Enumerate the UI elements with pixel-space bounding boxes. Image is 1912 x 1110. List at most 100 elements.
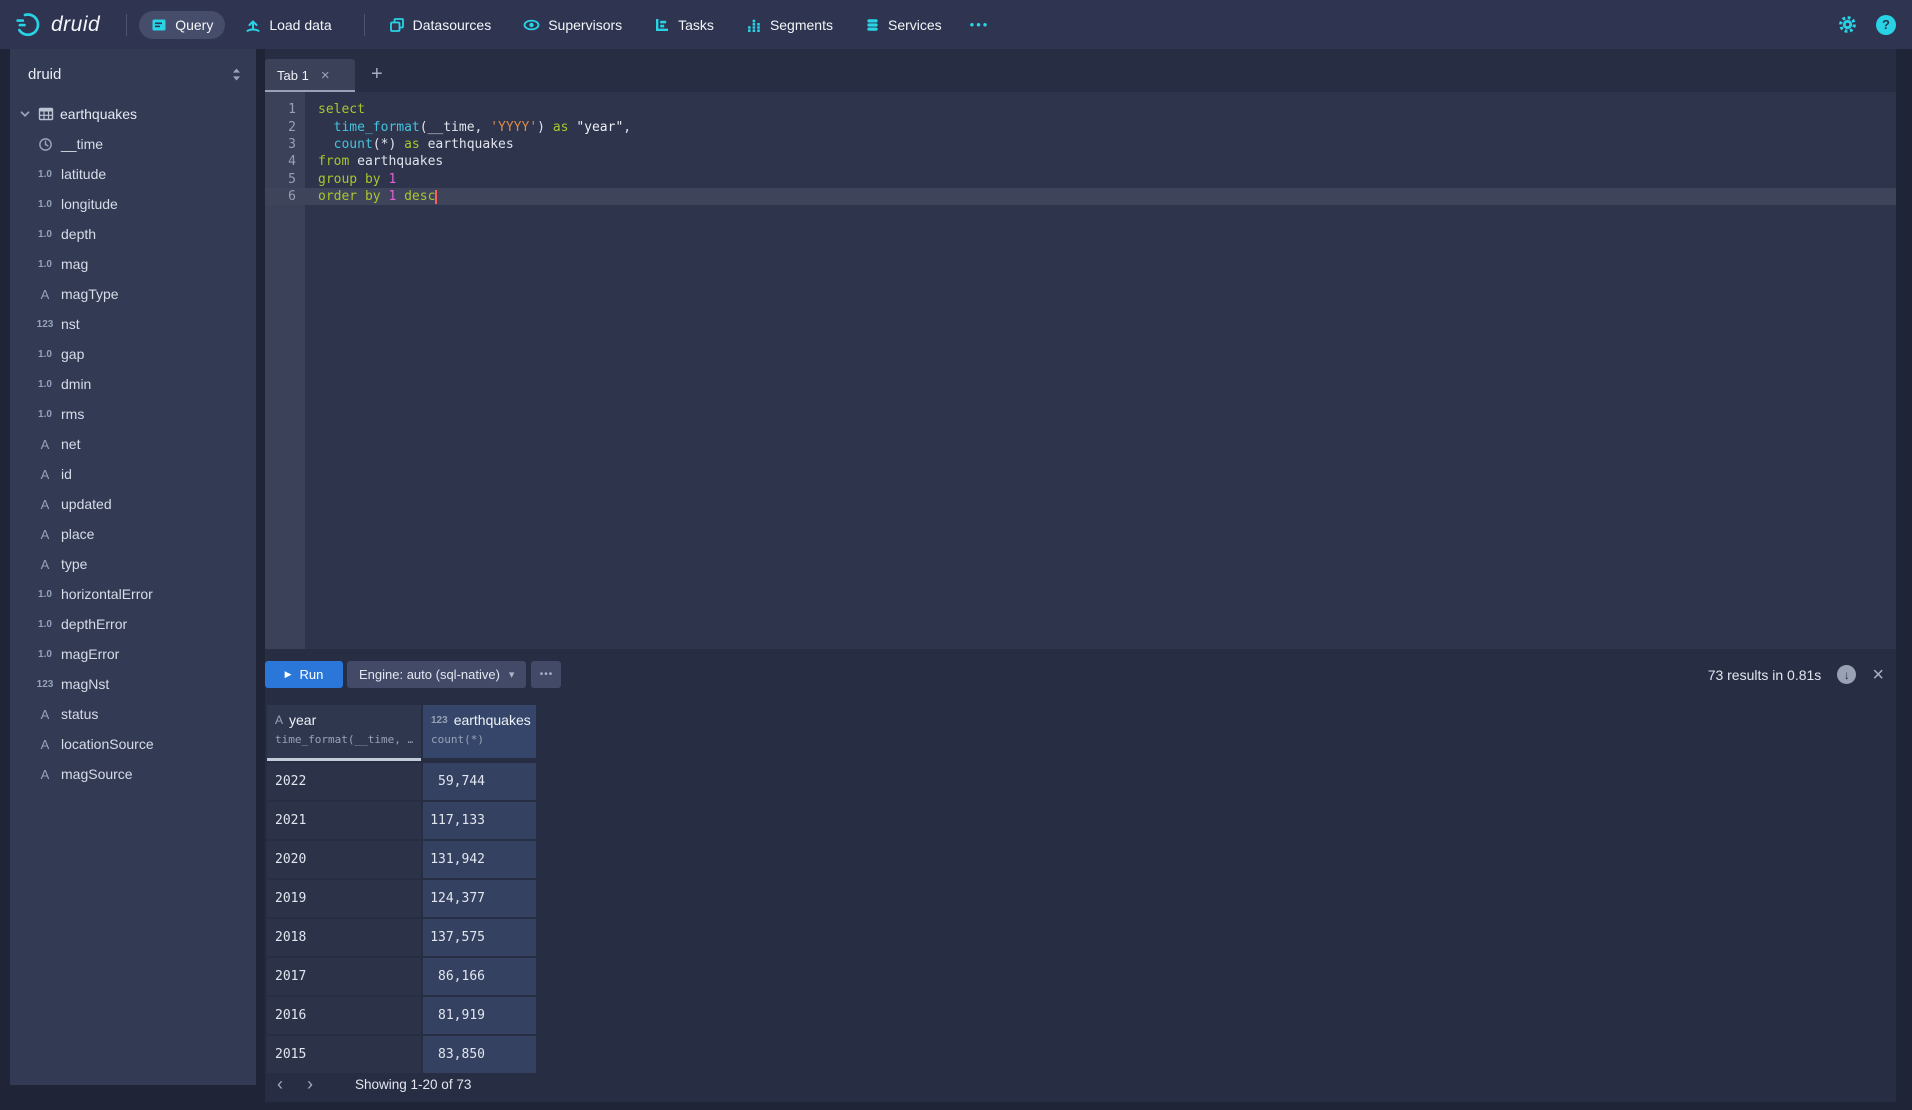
- result-cell-earthquakes[interactable]: 86,166: [423, 958, 536, 995]
- nav-item-services[interactable]: Services: [853, 11, 954, 39]
- sort-indicator: [267, 758, 421, 761]
- column-name: magType: [61, 286, 119, 302]
- nav-label: Load data: [269, 17, 331, 33]
- download-results-icon[interactable]: ↓: [1837, 665, 1856, 684]
- sidebar-table-earthquakes[interactable]: earthquakes: [10, 99, 256, 129]
- result-cell-year[interactable]: 2021: [267, 802, 421, 839]
- code-line-6[interactable]: 6order by 1 desc: [265, 188, 1896, 205]
- tab-1[interactable]: Tab 1 ×: [265, 59, 355, 92]
- sql-editor[interactable]: 1select2 time_format(__time, 'YYYY') as …: [265, 92, 1896, 649]
- caret-down-icon: ▾: [509, 668, 515, 681]
- logo-wordmark: druid: [51, 13, 100, 37]
- sidebar-column-updated[interactable]: Aupdated: [10, 489, 256, 519]
- type-badge-string: A: [34, 287, 56, 302]
- code-text: from earthquakes: [305, 154, 443, 169]
- sidebar-column-magType[interactable]: AmagType: [10, 279, 256, 309]
- sidebar-column-mag[interactable]: 1.0mag: [10, 249, 256, 279]
- result-cell-earthquakes[interactable]: 131,942: [423, 841, 536, 878]
- chevron-down-icon: [18, 107, 32, 121]
- sidebar-column-rms[interactable]: 1.0rms: [10, 399, 256, 429]
- sidebar-column-locationSource[interactable]: AlocationSource: [10, 729, 256, 759]
- sidebar-column-status[interactable]: Astatus: [10, 699, 256, 729]
- type-badge-string: A: [34, 737, 56, 752]
- sidebar-column-id[interactable]: Aid: [10, 459, 256, 489]
- result-cell-year[interactable]: 2019: [267, 880, 421, 917]
- result-cell-year[interactable]: 2022: [267, 763, 421, 800]
- result-cell-year[interactable]: 2017: [267, 958, 421, 995]
- result-cell-earthquakes[interactable]: 124,377: [423, 880, 536, 917]
- sort-columns-icon[interactable]: [231, 67, 242, 82]
- run-button[interactable]: ▶ Run: [265, 661, 343, 688]
- query-more-button[interactable]: •••: [531, 661, 561, 688]
- sidebar-column-magSource[interactable]: AmagSource: [10, 759, 256, 789]
- result-cell-earthquakes[interactable]: 59,744: [423, 763, 536, 800]
- nav-item-datasources[interactable]: Datasources: [377, 11, 504, 39]
- sidebar-column-net[interactable]: Anet: [10, 429, 256, 459]
- code-line-5[interactable]: 5group by 1: [265, 171, 1896, 188]
- result-cell-year[interactable]: 2015: [267, 1036, 421, 1073]
- sidebar-column-longitude[interactable]: 1.0longitude: [10, 189, 256, 219]
- sidebar-column-type[interactable]: Atype: [10, 549, 256, 579]
- type-badge-string: A: [34, 497, 56, 512]
- type-badge-string: A: [34, 437, 56, 452]
- column-name: depthError: [61, 616, 127, 632]
- sidebar-column-__time[interactable]: __time: [10, 129, 256, 159]
- sidebar-column-nst[interactable]: 123nst: [10, 309, 256, 339]
- nav-item-load-data[interactable]: Load data: [233, 11, 343, 39]
- settings-gear-icon[interactable]: [1837, 14, 1858, 35]
- sidebar-column-magNst[interactable]: 123magNst: [10, 669, 256, 699]
- code-line-3[interactable]: 3 count(*) as earthquakes: [265, 136, 1896, 153]
- druid-logo[interactable]: druid: [16, 11, 100, 38]
- result-cell-earthquakes[interactable]: 83,850: [423, 1036, 536, 1073]
- help-icon[interactable]: ?: [1876, 15, 1896, 35]
- type-badge-float: 1.0: [34, 259, 56, 270]
- engine-select[interactable]: Engine: auto (sql-native) ▾: [347, 661, 526, 688]
- datasources-icon: [389, 17, 405, 33]
- result-cell-year[interactable]: 2020: [267, 841, 421, 878]
- sidebar-column-depth[interactable]: 1.0depth: [10, 219, 256, 249]
- column-name: __time: [61, 136, 103, 152]
- type-badge-float: 1.0: [34, 379, 56, 390]
- code-line-4[interactable]: 4from earthquakes: [265, 153, 1896, 170]
- result-cell-year[interactable]: 2018: [267, 919, 421, 956]
- result-cell-earthquakes[interactable]: 81,919: [423, 997, 536, 1034]
- line-number: 4: [265, 154, 305, 169]
- results-rows: 202259,7442021117,1332020131,9422019124,…: [267, 763, 536, 1073]
- nav-item-supervisors[interactable]: Supervisors: [511, 11, 634, 39]
- tab-close-icon[interactable]: ×: [321, 68, 330, 83]
- sidebar-column-magError[interactable]: 1.0magError: [10, 639, 256, 669]
- line-number: 2: [265, 120, 305, 135]
- sidebar-column-depthError[interactable]: 1.0depthError: [10, 609, 256, 639]
- code-line-1[interactable]: 1select: [265, 101, 1896, 118]
- result-cell-year[interactable]: 2016: [267, 997, 421, 1034]
- result-status-text: 73 results in 0.81s: [1708, 667, 1822, 683]
- column-name: latitude: [61, 166, 106, 182]
- result-cell-earthquakes[interactable]: 137,575: [423, 919, 536, 956]
- druid-logo-icon: [16, 11, 43, 38]
- nav-item-query[interactable]: Query: [139, 11, 225, 39]
- nav-item-segments[interactable]: Segments: [734, 11, 845, 39]
- code-line-2[interactable]: 2 time_format(__time, 'YYYY') as "year",: [265, 118, 1896, 135]
- close-results-icon[interactable]: ×: [1872, 665, 1884, 685]
- column-name: locationSource: [61, 736, 154, 752]
- nav-more-button[interactable]: •••: [962, 11, 998, 38]
- sidebar-column-dmin[interactable]: 1.0dmin: [10, 369, 256, 399]
- type-badge-float: 1.0: [34, 199, 56, 210]
- sidebar-column-latitude[interactable]: 1.0latitude: [10, 159, 256, 189]
- tab-label: Tab 1: [277, 68, 309, 83]
- column-header-earthquakes[interactable]: 123 earthquakes count(*): [423, 705, 536, 758]
- nav-item-tasks[interactable]: Tasks: [642, 11, 726, 39]
- query-icon: [151, 17, 167, 33]
- type-badge-string: A: [34, 557, 56, 572]
- sidebar-column-horizontalError[interactable]: 1.0horizontalError: [10, 579, 256, 609]
- column-expression: time_format(__time, …: [275, 733, 413, 746]
- column-header-year[interactable]: A year time_format(__time, …: [267, 705, 421, 758]
- sidebar-column-place[interactable]: Aplace: [10, 519, 256, 549]
- prev-page-icon[interactable]: ‹: [265, 1074, 295, 1095]
- result-cell-earthquakes[interactable]: 117,133: [423, 802, 536, 839]
- add-tab-button[interactable]: +: [371, 63, 383, 92]
- line-number: 1: [265, 102, 305, 117]
- sidebar-column-gap[interactable]: 1.0gap: [10, 339, 256, 369]
- next-page-icon[interactable]: ›: [295, 1074, 325, 1095]
- type-badge-string: A: [34, 767, 56, 782]
